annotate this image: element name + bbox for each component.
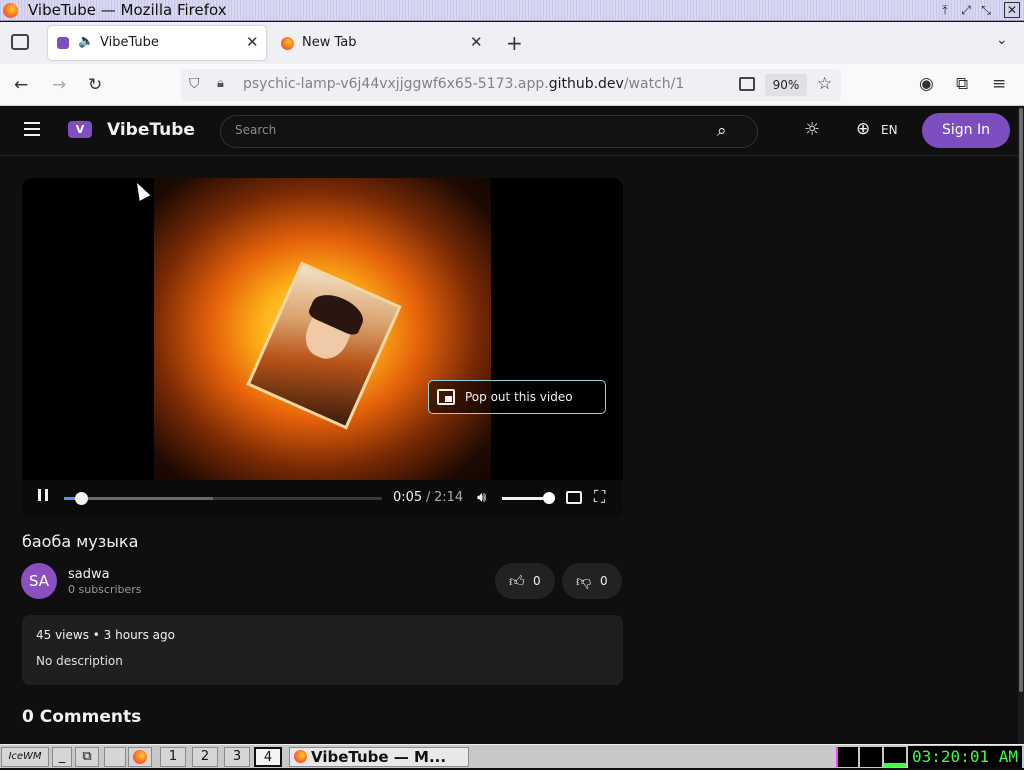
- firefox-favicon-icon: [281, 37, 294, 50]
- close-tab-icon[interactable]: ✕: [246, 33, 259, 51]
- time-separator: /: [426, 490, 431, 505]
- description-box[interactable]: 45 views • 3 hours ago No description: [22, 615, 623, 685]
- extensions-puzzle-icon[interactable]: ⧉: [956, 74, 968, 94]
- scrollbar-thumb[interactable]: [1019, 108, 1023, 692]
- pop-out-label: Pop out this video: [465, 390, 573, 404]
- brand-name[interactable]: VibeTube: [107, 120, 195, 140]
- theme-sun-icon[interactable]: ☼: [804, 119, 820, 140]
- minimize-icon[interactable]: ⤡: [978, 2, 994, 18]
- workspace-3[interactable]: 3: [224, 747, 250, 767]
- tab-label: VibeTube: [100, 35, 159, 50]
- terminal-icon[interactable]: [104, 747, 126, 767]
- window-list-icon[interactable]: ⧉: [75, 747, 99, 767]
- language-code[interactable]: EN: [881, 123, 898, 137]
- url-bar[interactable]: ⛉ 🔒︎ psychic-lamp-v6j44vxjjggwf6x65-5173…: [181, 69, 841, 101]
- firefox-launcher-icon[interactable]: [128, 747, 152, 767]
- workspace-1[interactable]: 1: [160, 747, 186, 767]
- channel-name[interactable]: sadwa: [68, 567, 110, 582]
- dislike-button[interactable]: 👎︎ 0: [562, 563, 622, 599]
- network-monitor-icon: [860, 747, 882, 767]
- sign-in-button[interactable]: Sign In: [922, 113, 1010, 148]
- avatar[interactable]: SA: [21, 563, 57, 599]
- fullscreen-icon[interactable]: ⛶: [594, 487, 605, 507]
- restore-arrow-icon[interactable]: ⤒: [937, 2, 953, 18]
- volume-handle[interactable]: [543, 492, 555, 504]
- current-time: 0:05: [393, 490, 423, 505]
- maximize-icon[interactable]: ⤢: [958, 2, 974, 18]
- search-box: ⌕: [220, 115, 758, 148]
- close-tab-icon[interactable]: ✕: [470, 33, 483, 51]
- tab-vibetube[interactable]: 🔈 VibeTube ✕: [48, 26, 266, 60]
- show-desktop-icon[interactable]: _: [52, 747, 72, 767]
- list-tabs-chevron-icon[interactable]: ⌄: [996, 32, 1008, 48]
- vibetube-logo-icon[interactable]: V: [68, 121, 92, 138]
- memory-monitor-icon: [884, 747, 906, 767]
- video-title: баоба музыка: [22, 532, 139, 551]
- firefox-icon: [3, 3, 18, 18]
- like-button[interactable]: 👍︎ 0: [495, 563, 555, 599]
- forward-arrow-icon[interactable]: →: [52, 75, 66, 95]
- tab-new-tab[interactable]: New Tab ✕: [270, 26, 492, 60]
- firefox-icon: [294, 750, 307, 763]
- dislike-count: 0: [600, 574, 608, 588]
- new-tab-plus-icon[interactable]: +: [506, 31, 523, 55]
- video-description: No description: [36, 654, 123, 668]
- icewm-start-button[interactable]: IceWM: [1, 747, 49, 767]
- workspace-4[interactable]: 4: [254, 747, 282, 767]
- video-photo-image: [246, 261, 402, 430]
- thumbs-down-icon: 👎︎: [576, 572, 592, 590]
- search-icon[interactable]: ⌕: [717, 121, 727, 141]
- player-controls: 0:05 / 2:14 🔊︎ ⛶: [22, 480, 623, 517]
- seek-bar[interactable]: [64, 492, 382, 505]
- zoom-level[interactable]: 90%: [765, 74, 807, 96]
- menu-hamburger-icon[interactable]: [24, 122, 40, 136]
- video-player[interactable]: Pop out this video 0:05 / 2:14 🔊︎ ⛶: [22, 178, 623, 517]
- video-frame[interactable]: [154, 178, 491, 480]
- tab-overview-icon[interactable]: [11, 34, 29, 50]
- vibetube-favicon-icon: [57, 37, 69, 49]
- seek-handle[interactable]: [74, 492, 88, 505]
- pop-out-icon: [437, 389, 455, 405]
- picture-in-picture-icon[interactable]: [739, 77, 755, 91]
- volume-slider[interactable]: [502, 492, 555, 504]
- workspace-2[interactable]: 2: [192, 747, 218, 767]
- thumbs-up-icon: 👍︎: [509, 572, 525, 590]
- comments-heading: 0 Comments: [22, 707, 142, 727]
- taskbar-window-vibetube[interactable]: VibeTube — M...: [289, 747, 469, 767]
- search-input[interactable]: [235, 123, 705, 137]
- tab-strip: 🔈 VibeTube ✕ New Tab ✕ + ⌄: [0, 22, 1024, 64]
- taskbar: IceWM _ ⧉ 1 2 3 4 VibeTube — M... 03:20:…: [0, 744, 1024, 768]
- tab-label: New Tab: [302, 35, 357, 50]
- account-icon[interactable]: ◉: [919, 74, 934, 94]
- volume-icon[interactable]: 🔊︎: [477, 488, 486, 506]
- window-titlebar[interactable]: VibeTube — Mozilla Firefox ⤒ ⤢ ⤡ ✕: [0, 0, 1024, 21]
- bookmark-star-icon[interactable]: ☆: [817, 74, 832, 94]
- language-globe-icon[interactable]: ⊕: [856, 119, 870, 139]
- lock-icon[interactable]: 🔒︎: [217, 76, 224, 91]
- subscriber-count: 0 subscribers: [68, 583, 142, 596]
- duration: 2:14: [434, 490, 464, 505]
- nav-toolbar: ← → ↻ ⛉ 🔒︎ psychic-lamp-v6j44vxjjggwf6x6…: [0, 64, 1024, 106]
- url-text[interactable]: psychic-lamp-v6j44vxjjggwf6x65-5173.app.…: [243, 76, 684, 92]
- clock[interactable]: 03:20:01 AM: [908, 746, 1022, 768]
- pause-icon[interactable]: [38, 489, 48, 501]
- shield-icon[interactable]: ⛉: [189, 76, 200, 92]
- app-header: V VibeTube ⌕ ☼ ⊕ EN Sign In: [0, 106, 1018, 156]
- close-window-icon[interactable]: ✕: [1004, 2, 1020, 18]
- video-stats: 45 views • 3 hours ago: [36, 628, 175, 642]
- window-title: VibeTube — Mozilla Firefox: [28, 1, 227, 19]
- picture-in-picture-icon[interactable]: [566, 491, 582, 504]
- cpu-monitor-icon: [836, 747, 858, 767]
- reload-icon[interactable]: ↻: [88, 75, 102, 95]
- pop-out-video-button[interactable]: Pop out this video: [428, 380, 606, 414]
- back-arrow-icon[interactable]: ←: [14, 75, 28, 95]
- like-count: 0: [533, 574, 541, 588]
- speaker-icon[interactable]: 🔈: [78, 34, 94, 49]
- menu-hamburger-icon[interactable]: ≡: [992, 74, 1006, 94]
- page-content: V VibeTube ⌕ ☼ ⊕ EN Sign In Pop out this…: [0, 106, 1024, 744]
